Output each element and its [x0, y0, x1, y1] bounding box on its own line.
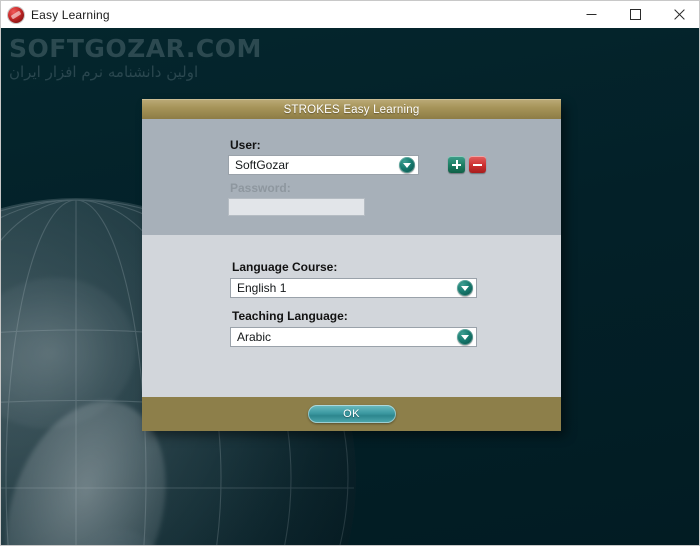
close-button[interactable] [657, 1, 699, 28]
easy-learning-app-icon [8, 6, 24, 23]
teaching-language-combobox[interactable]: Arabic [230, 327, 477, 347]
softgozar-watermark: SOFTGOZAR.COM اولین دانشنامه نرم افزار ا… [9, 34, 262, 82]
teaching-language-value: Arabic [237, 330, 272, 344]
window-controls [569, 1, 699, 28]
ok-button[interactable]: OK [307, 405, 396, 423]
user-combobox-value: SoftGozar [235, 158, 290, 172]
minus-icon [473, 160, 482, 169]
dialog-titlebar: STROKES Easy Learning [142, 99, 561, 119]
language-course-value: English 1 [237, 281, 287, 295]
plus-icon [452, 160, 461, 169]
login-dialog: STROKES Easy Learning User: SoftGozar Pa… [142, 99, 561, 431]
ok-button-label: OK [343, 408, 360, 420]
maximize-icon [629, 9, 641, 20]
application-background: SOFTGOZAR.COM اولین دانشنامه نرم افزار ا… [1, 28, 699, 545]
teaching-language-label: Teaching Language: [232, 309, 348, 323]
watermark-subtitle: اولین دانشنامه نرم افزار ایران [9, 63, 199, 82]
chevron-down-icon[interactable] [457, 329, 473, 345]
close-icon [673, 9, 685, 20]
window-titlebar: Easy Learning [1, 1, 699, 28]
user-combobox[interactable]: SoftGozar [228, 155, 419, 175]
language-course-combobox[interactable]: English 1 [230, 278, 477, 298]
dialog-user-section: User: SoftGozar Password: [142, 119, 561, 235]
application-window: Easy Learning SOFTGOZAR.COM اولین دانشنا… [0, 0, 700, 546]
minimize-icon [586, 14, 596, 15]
password-input[interactable] [228, 198, 365, 216]
chevron-down-icon[interactable] [399, 157, 415, 173]
dialog-language-section: Language Course: English 1 Teaching Lang… [142, 235, 561, 397]
window-title: Easy Learning [31, 7, 110, 22]
dialog-title: STROKES Easy Learning [283, 103, 420, 116]
maximize-button[interactable] [613, 1, 657, 28]
language-course-label: Language Course: [232, 260, 338, 274]
minimize-button[interactable] [569, 1, 613, 28]
password-label: Password: [230, 181, 291, 195]
remove-user-button[interactable] [469, 156, 486, 173]
watermark-title: SOFTGOZAR.COM [9, 34, 262, 63]
user-label: User: [230, 138, 261, 152]
dialog-footer: OK [142, 397, 561, 431]
chevron-down-icon[interactable] [457, 280, 473, 296]
add-user-button[interactable] [448, 156, 465, 173]
